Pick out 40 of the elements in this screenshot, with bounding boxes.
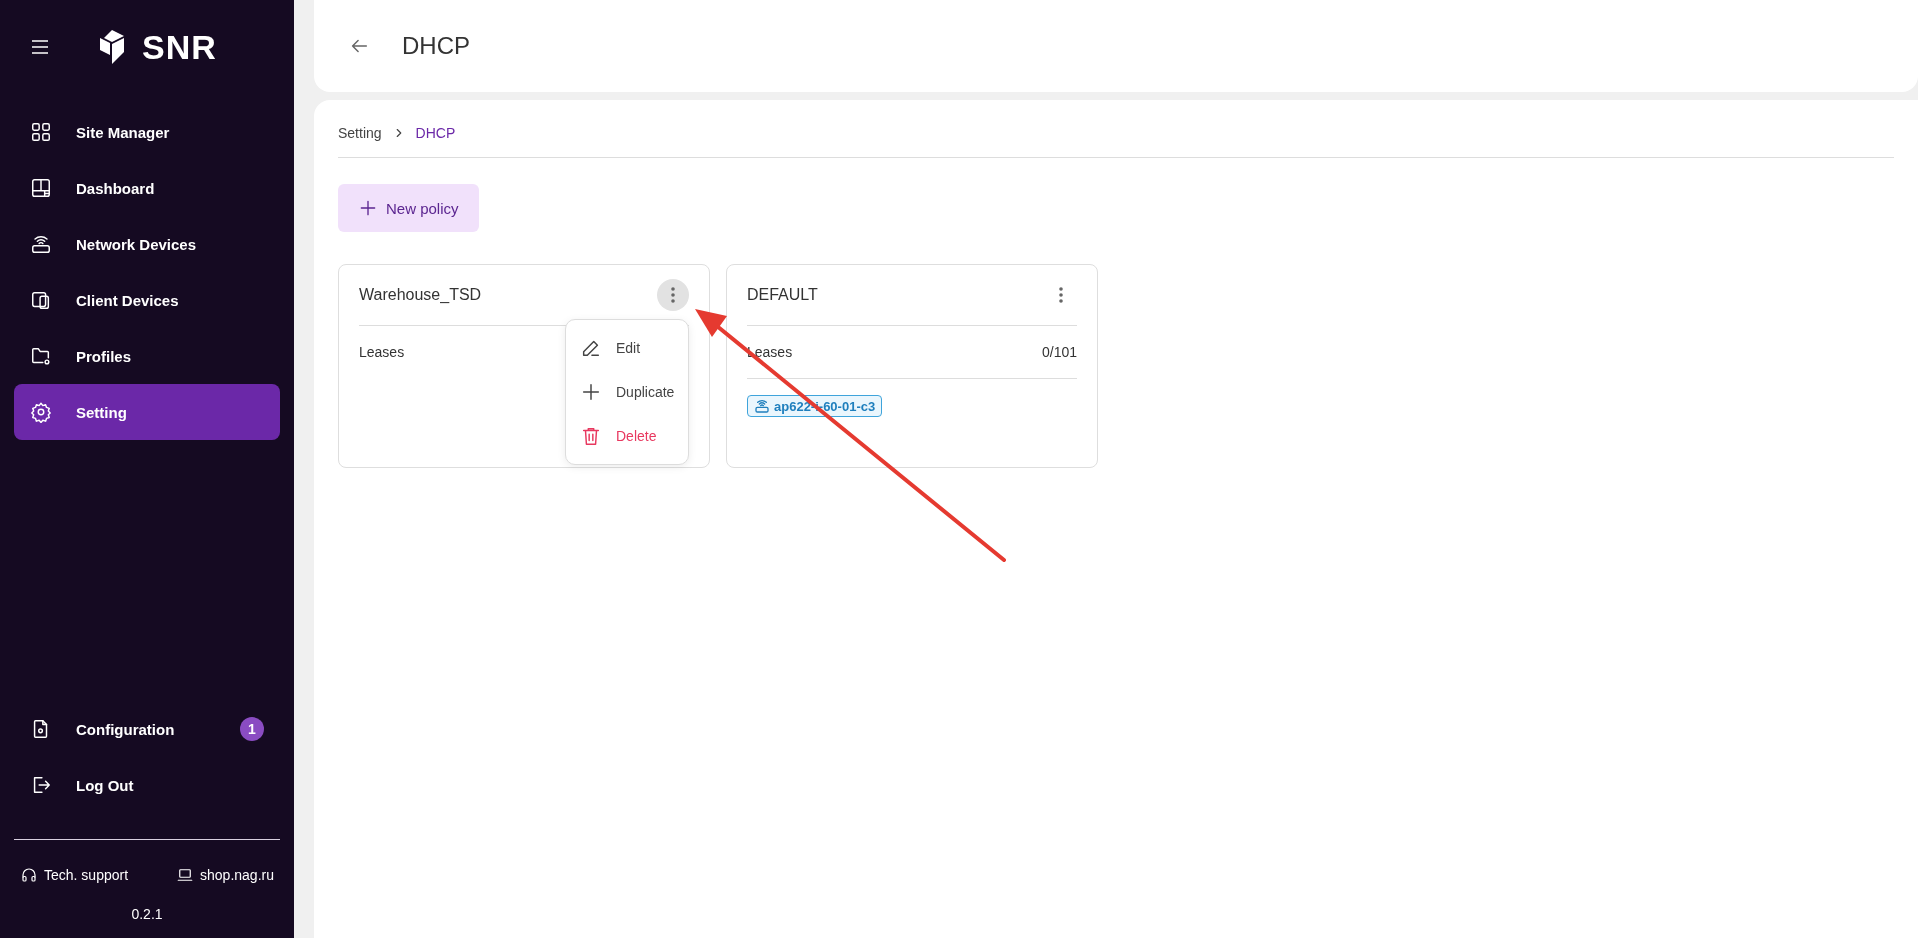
breadcrumb-item[interactable]: Setting (338, 124, 382, 141)
nav-item[interactable]: Client Devices (14, 272, 280, 328)
menu-icon[interactable] (30, 37, 50, 57)
nav-item[interactable]: Dashboard (14, 160, 280, 216)
new-policy-button[interactable]: New policy (338, 184, 479, 232)
footer-link[interactable]: shop.nag.ru (176, 866, 274, 884)
menu-item[interactable]: Duplicate (566, 370, 688, 414)
trash-icon (580, 425, 602, 447)
breadcrumb-item: DHCP (415, 124, 456, 141)
settings-icon (30, 401, 52, 423)
policy-name: Warehouse_TSD (359, 286, 482, 304)
more-button[interactable] (657, 279, 689, 311)
policy-name: DEFAULT (747, 286, 818, 304)
nav-item[interactable]: Log Out (14, 757, 280, 813)
grid-icon (30, 121, 52, 143)
nav-item[interactable]: Profiles (14, 328, 280, 384)
nav-item[interactable]: Site Manager (14, 104, 280, 160)
leases-value: 0/101 (1041, 344, 1077, 360)
menu-item[interactable]: Delete (566, 414, 688, 458)
menu-item[interactable]: Edit (566, 326, 688, 370)
router-icon (754, 398, 770, 414)
nav-item[interactable]: Network Devices (14, 216, 280, 272)
devices-icon (30, 289, 52, 311)
leases-label: Leases (359, 344, 405, 360)
folder-icon (30, 345, 52, 367)
kebab-icon (1059, 287, 1063, 303)
plus-icon (580, 381, 602, 403)
nav-item[interactable]: Configuration 1 (14, 701, 280, 757)
page-title: DHCP (402, 32, 470, 60)
router-icon (30, 233, 52, 255)
headset-icon (20, 866, 38, 884)
laptop-icon (176, 866, 195, 884)
dashboard-icon (30, 177, 52, 199)
logo: SNR (98, 27, 217, 67)
kebab-icon (671, 287, 675, 303)
footer-link[interactable]: Tech. support (20, 866, 129, 884)
plus-icon (358, 198, 378, 218)
nav-item[interactable]: Setting (14, 384, 280, 440)
version-label: 0.2.1 (130, 906, 164, 922)
count-badge: 1 (240, 717, 264, 741)
